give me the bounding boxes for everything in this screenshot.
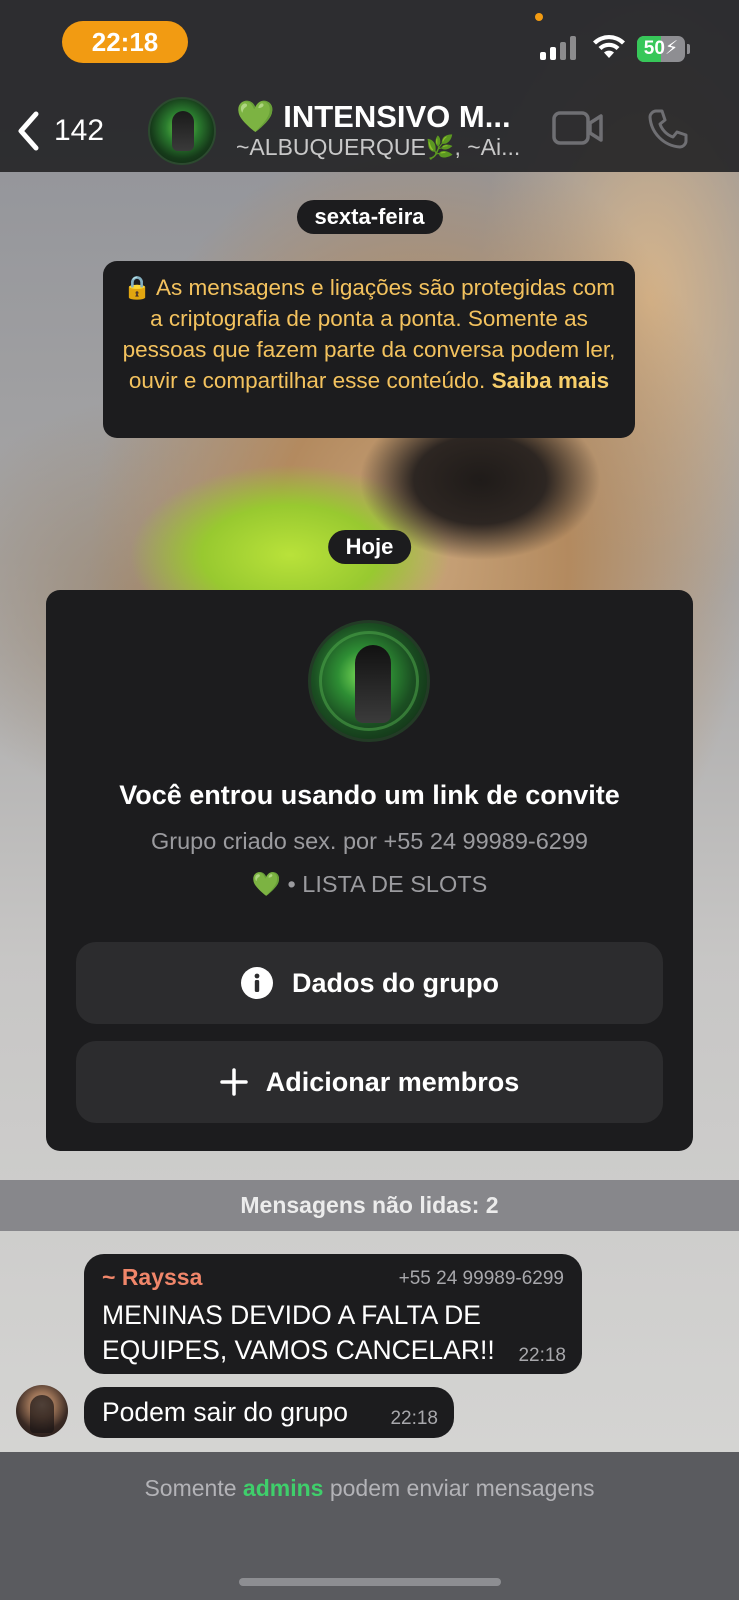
- unread-chats-count: 142: [54, 114, 105, 147]
- battery-cap: [687, 44, 690, 54]
- unread-messages-separator: Mensagens não lidas: 2: [0, 1180, 739, 1231]
- group-info-label: Dados do grupo: [292, 967, 499, 998]
- phone-call-icon[interactable]: [647, 108, 689, 150]
- add-members-button[interactable]: Adicionar membros: [76, 1041, 663, 1123]
- back-button[interactable]: 142: [16, 105, 126, 157]
- date-separator-friday: sexta-feira: [296, 200, 443, 234]
- group-info-button[interactable]: Dados do grupo: [76, 942, 663, 1024]
- date-separator-today: Hoje: [327, 530, 412, 564]
- video-call-icon[interactable]: [552, 110, 604, 146]
- sender-phone: +55 24 99989-6299: [398, 1268, 564, 1289]
- group-created-info: Grupo criado sex. por +55 24 99989-6299: [150, 828, 588, 854]
- group-invite-card: Você entrou usando um link de convite Gr…: [46, 590, 693, 1151]
- privacy-indicator-dot: [535, 13, 543, 21]
- message-bubble[interactable]: ~ Rayssa +55 24 99989-6299 MENINAS DEVID…: [84, 1254, 582, 1374]
- message-time: 22:18: [390, 1408, 438, 1429]
- add-members-label: Adicionar membros: [265, 1066, 520, 1097]
- wifi-icon: [593, 35, 625, 58]
- message-text-line-2: EQUIPES, VAMOS CANCELAR!!: [102, 1335, 495, 1365]
- home-indicator[interactable]: [239, 1578, 501, 1586]
- group-description: 💚 • LISTA DE SLOTS: [251, 871, 488, 897]
- battery-icon: 50⚡: [637, 36, 685, 62]
- cellular-signal-icon: [540, 36, 578, 60]
- group-members-summary[interactable]: ~ALBUQUERQUE🌿, ~Ai...: [236, 134, 536, 161]
- admins-link[interactable]: admins: [243, 1475, 324, 1501]
- group-card-avatar[interactable]: [308, 620, 430, 742]
- status-time: 22:18: [62, 21, 188, 63]
- message-text-line-1: MENINAS DEVIDO A FALTA DE: [102, 1300, 481, 1330]
- invite-title: Você entrou usando um link de convite: [119, 780, 620, 810]
- message-time: 22:18: [518, 1345, 566, 1366]
- group-name[interactable]: 💚 INTENSIVO M...: [236, 98, 526, 135]
- chevron-left-icon: [18, 111, 39, 151]
- sender-avatar[interactable]: [16, 1385, 68, 1437]
- info-icon: [240, 966, 274, 1000]
- admins-only-notice: Somente admins podem enviar mensagens: [144, 1475, 595, 1501]
- group-avatar[interactable]: [148, 97, 216, 165]
- message-bubble[interactable]: Podem sair do grupo 22:18: [84, 1387, 454, 1438]
- battery-percent: 50⚡: [643, 38, 679, 59]
- plus-icon: [219, 1068, 248, 1096]
- learn-more-link[interactable]: Saiba mais: [492, 368, 610, 393]
- encryption-notice[interactable]: 🔒 As mensagens e ligações são protegidas…: [103, 261, 635, 438]
- message-text: Podem sair do grupo: [102, 1397, 349, 1427]
- sender-name[interactable]: ~ Rayssa: [102, 1264, 202, 1291]
- chat-header: 22:18 50⚡ 142 💚 INTENSIVO M... ~ALBUQUER…: [0, 0, 739, 172]
